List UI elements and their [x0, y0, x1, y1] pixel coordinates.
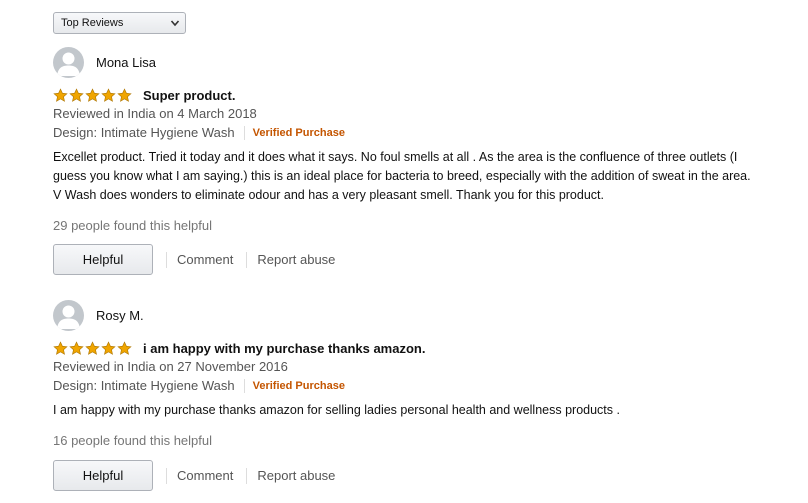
divider [166, 251, 167, 268]
divider [243, 378, 245, 393]
helpful-button[interactable]: Helpful [53, 244, 153, 275]
review-item: Rosy M. i am happy with my purchase than… [53, 299, 793, 499]
review-title-link[interactable]: i am happy with my purchase thanks amazo… [143, 341, 425, 356]
star-icon [85, 340, 100, 355]
avatar [53, 299, 84, 331]
verified-purchase-badge: Verified Purchase [252, 126, 345, 139]
star-icon [117, 340, 132, 355]
helpful-count: 16 people found this helpful [53, 433, 213, 448]
reviewer-name: Mona Lisa [96, 54, 156, 70]
user-icon [57, 52, 80, 76]
divider [243, 125, 245, 140]
comment-link[interactable]: Comment [177, 252, 233, 267]
star-icon [117, 87, 132, 102]
divider [246, 467, 248, 484]
reviewer-profile[interactable]: Mona Lisa [53, 46, 156, 78]
sort-dropdown[interactable]: Top Reviews [53, 12, 186, 34]
helpful-count: 29 people found this helpful [53, 218, 213, 233]
sort-label: Top Reviews [61, 17, 124, 29]
review-date: Reviewed in India on 27 November 2016 [53, 359, 288, 374]
star-icon [101, 340, 116, 355]
star-icon [85, 87, 100, 102]
reviewer-name: Rosy M. [96, 307, 144, 323]
product-variant-link[interactable]: Design: Intimate Hygiene Wash [53, 378, 235, 393]
review-text: I am happy with my purchase thanks amazo… [53, 403, 620, 417]
review-text: Excellet product. Tried it today and it … [53, 150, 751, 202]
divider [246, 251, 248, 268]
star-icon [69, 340, 84, 355]
star-icon [101, 87, 116, 102]
report-abuse-link[interactable]: Report abuse [257, 252, 335, 267]
star-rating[interactable] [53, 340, 132, 356]
review-date: Reviewed in India on 4 March 2018 [53, 106, 257, 121]
user-icon [57, 305, 80, 329]
report-abuse-link[interactable]: Report abuse [257, 468, 335, 483]
verified-purchase-badge: Verified Purchase [252, 379, 345, 392]
comment-link[interactable]: Comment [177, 468, 233, 483]
chevron-down-icon [170, 20, 180, 27]
review-title-link[interactable]: Super product. [143, 88, 235, 103]
review-item: Mona Lisa Super product. Reviewed in Ind… [53, 46, 793, 276]
star-icon [53, 87, 68, 102]
star-rating[interactable] [53, 87, 132, 103]
reviewer-profile[interactable]: Rosy M. [53, 299, 144, 331]
product-variant-link[interactable]: Design: Intimate Hygiene Wash [53, 125, 235, 140]
divider [166, 467, 167, 484]
star-icon [53, 340, 68, 355]
helpful-button[interactable]: Helpful [53, 460, 153, 491]
star-icon [69, 87, 84, 102]
avatar [53, 46, 84, 78]
